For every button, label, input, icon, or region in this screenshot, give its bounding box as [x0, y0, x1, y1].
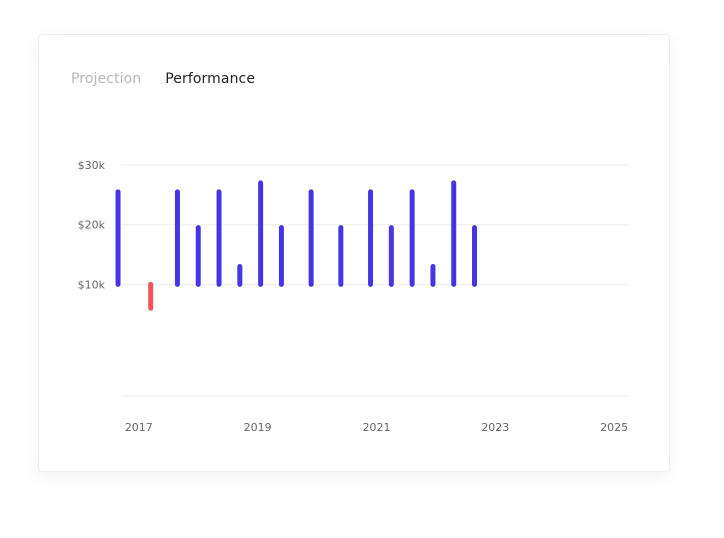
x-tick-label: 2023: [481, 421, 509, 434]
x-tick-label: 2021: [362, 421, 390, 434]
performance-bar-chart: $10k $20k $30k 2017 2019 2021 2023 2025: [78, 159, 629, 434]
x-tick-label: 2017: [125, 421, 153, 434]
x-tick-label: 2025: [600, 421, 628, 434]
x-tick-label: 2019: [244, 421, 272, 434]
chart-card: Projection Performance $10k $20k $30k 2017 2…: [38, 34, 670, 472]
y-tick-label: $20k: [78, 219, 106, 232]
y-tick-label: $10k: [78, 278, 106, 291]
y-tick-label: $30k: [78, 159, 106, 172]
